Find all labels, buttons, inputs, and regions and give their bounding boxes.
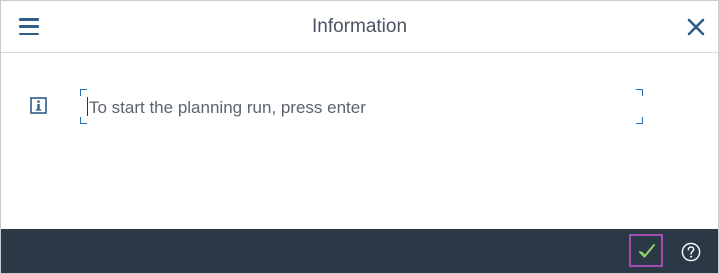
dialog-title: Information (311, 16, 408, 37)
dialog-content: To start the planning run, press enter (1, 53, 718, 229)
checkmark-icon (639, 244, 655, 258)
text-cursor (87, 97, 88, 116)
info-icon (30, 97, 47, 114)
help-icon[interactable] (681, 242, 701, 262)
dialog-footer (1, 229, 718, 273)
dialog-header: Information (1, 1, 718, 53)
information-dialog: Information To start the planning run, p… (0, 0, 719, 274)
confirm-button[interactable] (629, 234, 663, 267)
close-icon[interactable] (686, 15, 706, 37)
message-text: To start the planning run, press enter (89, 98, 366, 117)
message-text-field[interactable]: To start the planning run, press enter (80, 89, 643, 124)
message-text-container: To start the planning run, press enter (87, 97, 366, 118)
